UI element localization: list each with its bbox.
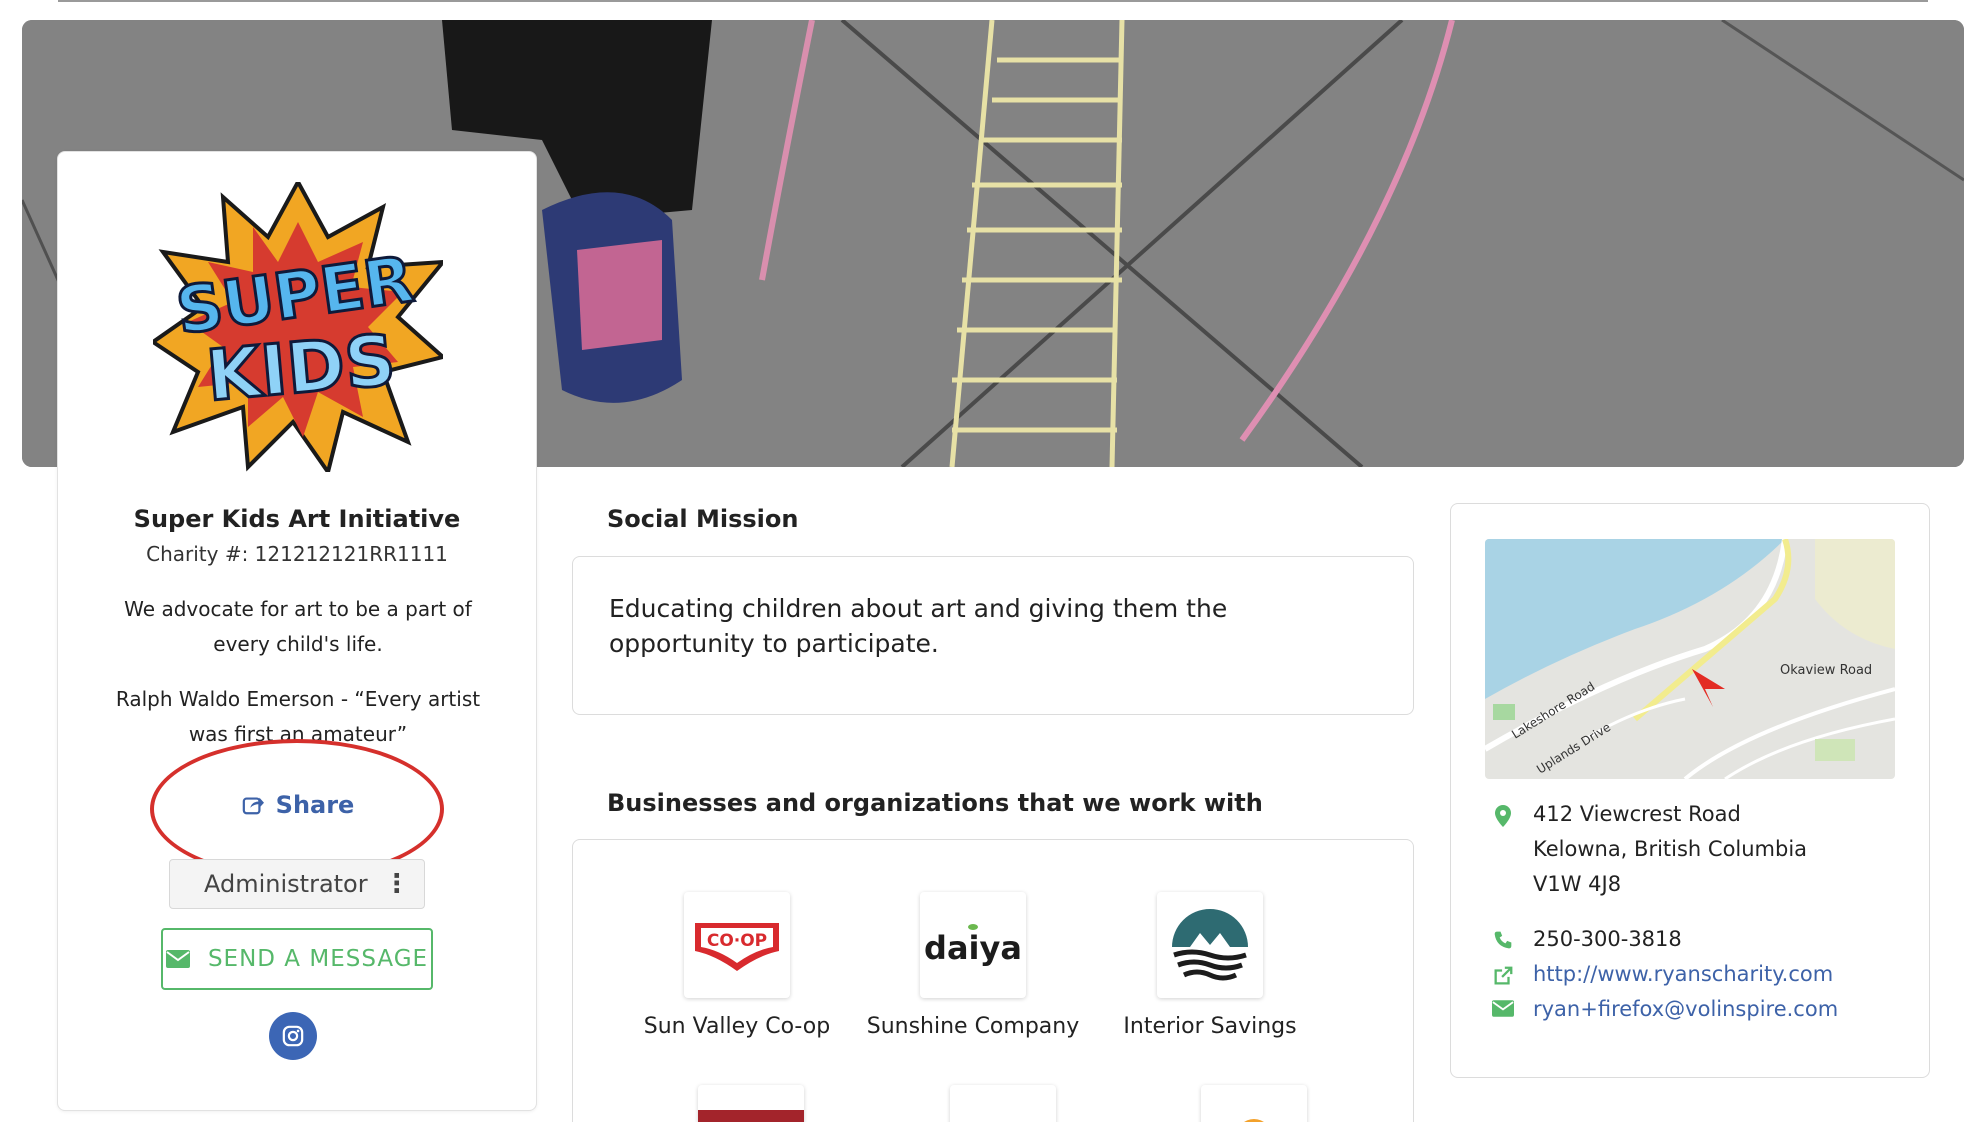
email-link[interactable]: ryan+firefox@volinspire.com — [1533, 992, 1838, 1027]
share-icon — [242, 797, 264, 815]
logo-text-kids: KIDS — [203, 319, 398, 417]
organization-quote: Ralph Waldo Emerson - “Every artist was … — [115, 687, 481, 746]
email-row: ryan+firefox@volinspire.com — [1491, 992, 1838, 1027]
organization-profile-card: SUPER KIDS Super Kids Art Initiative Cha… — [57, 151, 537, 1111]
more-options-icon[interactable]: ⋮ — [384, 869, 410, 899]
envelope-icon — [1492, 1000, 1514, 1017]
administrator-label: Administrator — [204, 870, 368, 898]
website-link[interactable]: http://www.ryanscharity.com — [1533, 957, 1833, 992]
business-logo-partial — [698, 1085, 804, 1122]
share-button[interactable]: Share — [238, 785, 358, 825]
daiya-logo-text: daiya — [924, 929, 1022, 967]
instagram-icon — [282, 1025, 304, 1047]
business-item-partial[interactable] — [641, 1085, 861, 1122]
coop-logo-text: CO·OP — [707, 931, 767, 951]
business-logo-partial — [950, 1085, 1056, 1122]
address-row: 412 Viewcrest Road Kelowna, British Colu… — [1491, 797, 1807, 902]
social-mission-box: Educating children about art and giving … — [572, 556, 1414, 715]
address-street: 412 Viewcrest Road — [1533, 802, 1741, 826]
business-item-partial[interactable] — [1144, 1085, 1364, 1122]
share-label: Share — [275, 791, 355, 819]
social-mission-text: Educating children about art and giving … — [609, 594, 1228, 658]
organization-description: We advocate for art to be a part of ever… — [124, 597, 472, 656]
interior-savings-logo — [1157, 892, 1263, 998]
organization-logo: SUPER KIDS — [149, 177, 448, 477]
phone-icon — [1494, 931, 1512, 949]
coop-logo: CO·OP — [684, 892, 790, 998]
phone-number: 250-300-3818 — [1533, 927, 1682, 951]
businesses-box: CO·OP Sun Valley Co-op daiya Sunshine Co… — [572, 839, 1414, 1122]
business-item-partial[interactable] — [893, 1085, 1113, 1122]
business-name: Sun Valley Co-op — [643, 1014, 831, 1039]
daiya-logo: daiya — [920, 892, 1026, 998]
top-divider — [58, 0, 1928, 2]
website-row: http://www.ryanscharity.com — [1491, 957, 1833, 992]
phone-row: 250-300-3818 — [1491, 922, 1682, 957]
businesses-heading: Businesses and organizations that we wor… — [607, 789, 1263, 817]
envelope-icon — [165, 950, 190, 968]
charity-number: Charity #: 121212121RR1111 — [146, 542, 448, 566]
business-item-interior-savings[interactable]: Interior Savings — [1100, 892, 1320, 1039]
send-message-label: SEND A MESSAGE — [207, 946, 429, 972]
business-item-sun-valley-coop[interactable]: CO·OP Sun Valley Co-op — [627, 892, 847, 1039]
business-name: Sunshine Company — [866, 1014, 1080, 1039]
address-city: Kelowna, British Columbia — [1533, 837, 1808, 861]
business-logo-partial — [1201, 1085, 1307, 1122]
social-mission-heading: Social Mission — [607, 505, 799, 533]
location-pin-icon — [1495, 805, 1511, 827]
external-link-icon — [1494, 966, 1513, 985]
business-item-sunshine-company[interactable]: daiya Sunshine Company — [863, 892, 1083, 1039]
send-message-button[interactable]: SEND A MESSAGE — [161, 928, 433, 990]
organization-name: Super Kids Art Initiative — [133, 505, 461, 533]
administrator-menu-button[interactable]: Administrator ⋮ — [169, 859, 425, 909]
business-name: Interior Savings — [1123, 1014, 1297, 1039]
address-postal-code: V1W 4J8 — [1533, 872, 1622, 896]
location-map[interactable]: Okaview Road Lakeshore Road Uplands Driv… — [1485, 539, 1895, 779]
contact-info-card: Okaview Road Lakeshore Road Uplands Driv… — [1450, 503, 1930, 1078]
map-label-okaview: Okaview Road — [1780, 663, 1872, 678]
instagram-button[interactable] — [269, 1012, 317, 1060]
